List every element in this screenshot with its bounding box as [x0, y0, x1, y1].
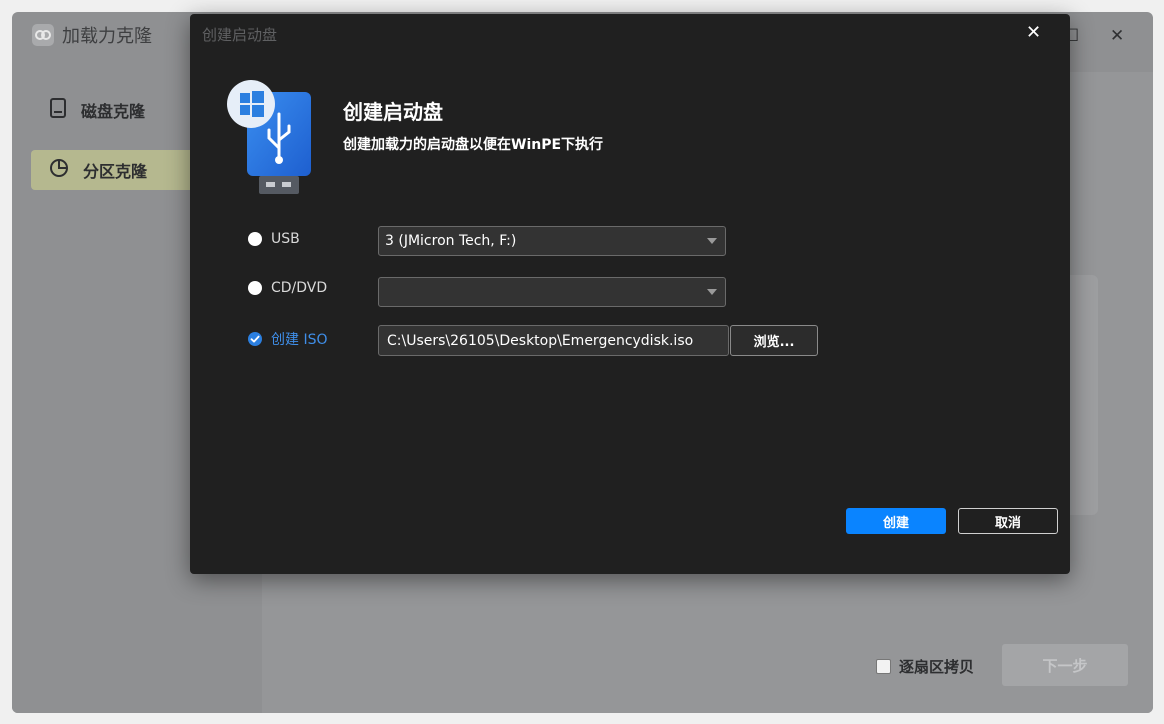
usb-device-select[interactable]: 3 (JMicron Tech, F:) [378, 226, 726, 256]
sector-copy-option[interactable]: 逐扇区拷贝 [876, 656, 974, 677]
usb-radio[interactable] [248, 232, 262, 246]
dialog-subtitle: 创建加载力的启动盘以便在WinPE下执行 [343, 137, 604, 153]
iso-path-input[interactable] [378, 325, 729, 356]
sector-copy-label: 逐扇区拷贝 [899, 658, 975, 676]
app-close-icon[interactable]: ✕ [1110, 26, 1124, 46]
sidebar-item-label: 分区克隆 [83, 162, 148, 181]
checkmark-icon [250, 335, 260, 343]
sidebar-item-label: 磁盘克隆 [81, 102, 146, 121]
next-button[interactable]: 下一步 [1002, 644, 1128, 686]
dialog-heading: 创建启动盘 [343, 100, 443, 124]
dialog-window-title: 创建启动盘 [202, 26, 278, 44]
pie-chart-icon [49, 158, 69, 182]
app-title: 加载力克隆 [62, 26, 152, 47]
cd-dvd-drive-select[interactable] [378, 277, 726, 307]
usb-device-value: 3 (JMicron Tech, F:) [385, 233, 517, 249]
cd-dvd-label: CD/DVD [271, 280, 328, 296]
chevron-down-icon [707, 238, 717, 244]
chevron-down-icon [707, 289, 717, 295]
disk-icon [49, 98, 67, 122]
app-title-bar: 加载力克隆 [32, 22, 152, 48]
create-button[interactable]: 创建 [846, 508, 946, 534]
dialog-close-icon[interactable]: ✕ [1026, 22, 1041, 43]
sector-copy-checkbox[interactable] [876, 659, 891, 674]
create-iso-radio[interactable] [248, 332, 262, 346]
usb-label: USB [271, 231, 300, 247]
create-boot-disk-dialog: 创建启动盘 ✕ 创建启动盘 创建加载力的启动盘以便在WinPE下执行 USB 3… [190, 14, 1070, 574]
browse-button[interactable]: 浏览... [730, 325, 818, 356]
cd-dvd-option[interactable]: CD/DVD [248, 280, 327, 296]
usb-option[interactable]: USB [248, 231, 300, 247]
app-logo-icon [32, 24, 54, 46]
usb-drive-icon [226, 78, 316, 198]
cd-dvd-radio[interactable] [248, 281, 262, 295]
create-iso-option[interactable]: 创建 ISO [248, 329, 328, 349]
cancel-button[interactable]: 取消 [958, 508, 1058, 534]
create-iso-label: 创建 ISO [271, 332, 328, 348]
